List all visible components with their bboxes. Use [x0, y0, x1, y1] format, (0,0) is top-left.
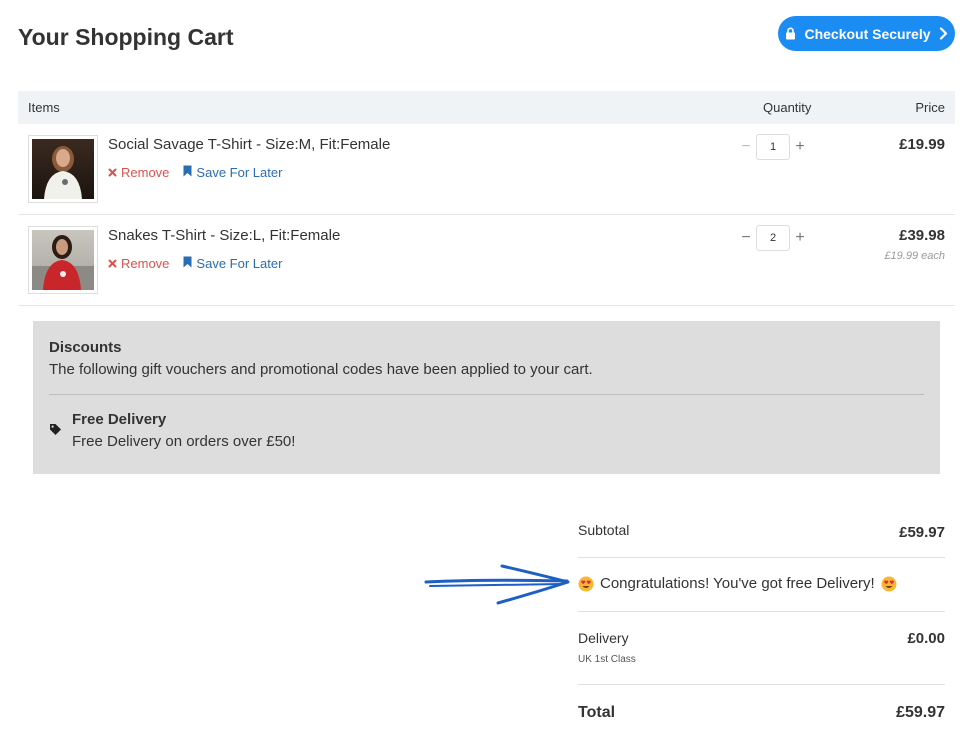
item-name[interactable]: Snakes T-Shirt - Size:L, Fit:Female	[108, 227, 340, 244]
product-image[interactable]	[28, 135, 98, 203]
divider	[49, 394, 924, 395]
discount-item-description: Free Delivery on orders over £50!	[72, 433, 296, 450]
total-label: Total	[578, 704, 616, 721]
item-name[interactable]: Social Savage T-Shirt - Size:M, Fit:Fema…	[108, 136, 390, 153]
remove-label: Remove	[121, 165, 170, 180]
annotation-arrow-icon	[422, 560, 577, 613]
save-for-later-button[interactable]: Save For Later	[183, 165, 282, 180]
column-header-items: Items	[28, 100, 60, 115]
discounts-description: The following gift vouchers and promotio…	[49, 361, 593, 378]
save-for-later-label: Save For Later	[196, 256, 283, 271]
free-delivery-notice: Congratulations! You've got free Deliver…	[578, 558, 945, 612]
congratulations-text: Congratulations! You've got free Deliver…	[600, 575, 875, 592]
item-price: £19.99	[899, 136, 945, 153]
heart-eyes-emoji-icon	[881, 576, 897, 592]
bookmark-icon	[183, 256, 192, 271]
subtotal-label: Subtotal	[578, 522, 630, 538]
order-summary: Subtotal £59.97 Congratulations! You've …	[578, 505, 945, 745]
close-icon	[108, 165, 117, 180]
increase-quantity-button[interactable]: +	[794, 229, 806, 247]
item-unit-price: £19.99 each	[884, 250, 945, 262]
product-image[interactable]	[28, 226, 98, 294]
item-price: £39.98	[899, 227, 945, 244]
bookmark-icon	[183, 165, 192, 180]
quantity-input[interactable]	[756, 225, 790, 251]
discounts-panel: Discounts The following gift vouchers an…	[33, 321, 940, 474]
quantity-stepper: − +	[740, 225, 806, 251]
column-header-quantity: Quantity	[763, 100, 812, 115]
decrease-quantity-button[interactable]: −	[740, 138, 752, 156]
column-header-price: Price	[915, 100, 945, 115]
remove-button[interactable]: Remove	[108, 256, 169, 271]
close-icon	[108, 256, 117, 271]
quantity-stepper: − +	[740, 134, 806, 160]
save-for-later-label: Save For Later	[196, 165, 283, 180]
quantity-input[interactable]	[756, 134, 790, 160]
discount-item-title: Free Delivery	[72, 411, 167, 428]
checkout-button[interactable]: Checkout Securely	[778, 16, 955, 51]
discount-item: Free Delivery Free Delivery on orders ov…	[49, 411, 924, 450]
delivery-row: Delivery UK 1st Class £0.00	[578, 612, 945, 685]
delivery-label: Delivery	[578, 630, 629, 646]
cart-row: Snakes T-Shirt - Size:L, Fit:Female Remo…	[18, 215, 955, 306]
cart-table-header: Items Quantity Price	[18, 91, 955, 124]
page-title: Your Shopping Cart	[18, 24, 234, 50]
delivery-value: £0.00	[907, 630, 945, 647]
heart-eyes-emoji-icon	[578, 576, 594, 592]
checkout-button-label: Checkout Securely	[804, 25, 931, 42]
decrease-quantity-button[interactable]: −	[740, 229, 752, 247]
total-row: Total £59.97	[578, 685, 945, 745]
total-value: £59.97	[896, 704, 945, 721]
remove-button[interactable]: Remove	[108, 165, 169, 180]
subtotal-value: £59.97	[899, 524, 945, 541]
chevron-right-icon	[939, 27, 948, 40]
increase-quantity-button[interactable]: +	[794, 138, 806, 156]
delivery-method: UK 1st Class	[578, 654, 636, 665]
cart-row: Social Savage T-Shirt - Size:M, Fit:Fema…	[18, 124, 955, 215]
remove-label: Remove	[121, 256, 170, 271]
discounts-title: Discounts	[49, 339, 122, 356]
lock-icon	[785, 27, 796, 40]
save-for-later-button[interactable]: Save For Later	[183, 256, 282, 271]
subtotal-row: Subtotal £59.97	[578, 505, 945, 558]
tag-icon	[49, 423, 62, 441]
